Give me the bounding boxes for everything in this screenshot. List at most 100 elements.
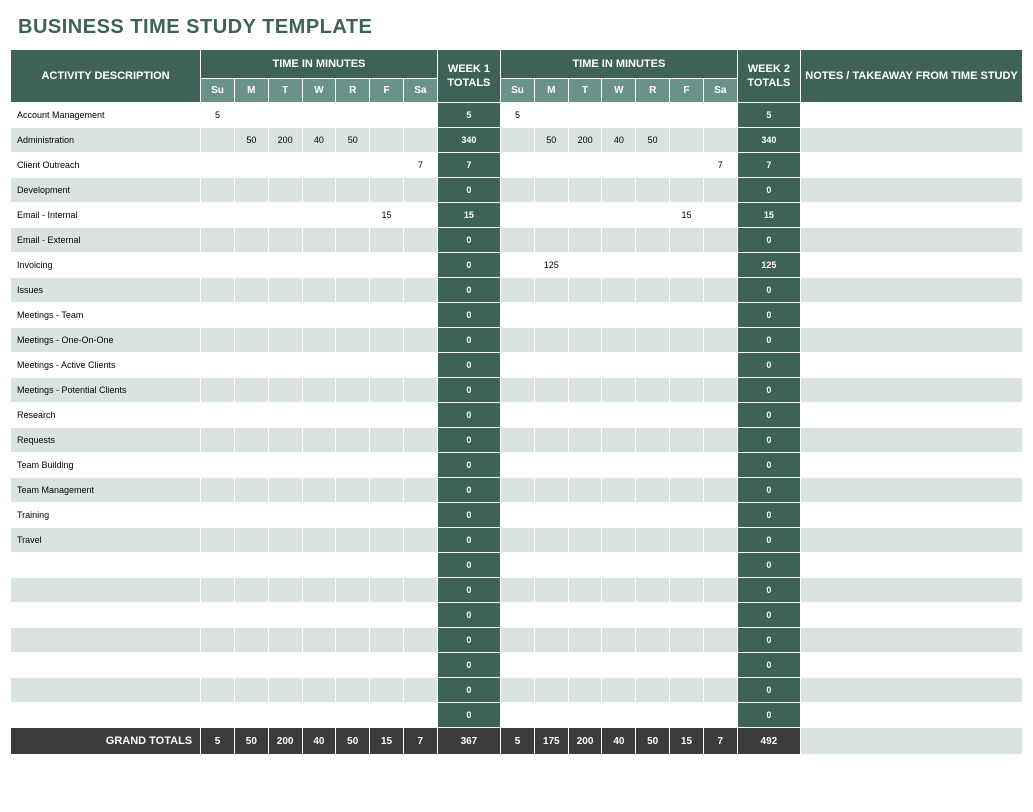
day-cell[interactable]: [501, 153, 535, 178]
day-cell[interactable]: [534, 428, 568, 453]
day-cell[interactable]: [268, 103, 302, 128]
day-cell[interactable]: 125: [534, 253, 568, 278]
day-cell[interactable]: [534, 303, 568, 328]
day-cell[interactable]: [703, 528, 737, 553]
day-cell[interactable]: 40: [302, 128, 336, 153]
day-cell[interactable]: [268, 453, 302, 478]
day-cell[interactable]: [636, 378, 670, 403]
day-cell[interactable]: [602, 653, 636, 678]
day-cell[interactable]: [201, 403, 235, 428]
day-cell[interactable]: [501, 403, 535, 428]
day-cell[interactable]: [336, 403, 370, 428]
day-cell[interactable]: [602, 678, 636, 703]
day-cell[interactable]: [336, 428, 370, 453]
day-cell[interactable]: [336, 253, 370, 278]
day-cell[interactable]: [370, 478, 404, 503]
day-cell[interactable]: [268, 353, 302, 378]
day-cell[interactable]: [234, 278, 268, 303]
activity-cell[interactable]: Client Outreach: [11, 153, 201, 178]
day-cell[interactable]: [201, 178, 235, 203]
day-cell[interactable]: [268, 203, 302, 228]
day-cell[interactable]: [302, 678, 336, 703]
notes-cell[interactable]: [801, 653, 1023, 678]
day-cell[interactable]: [602, 703, 636, 728]
day-cell[interactable]: [636, 528, 670, 553]
day-cell[interactable]: [201, 503, 235, 528]
day-cell[interactable]: 200: [568, 128, 602, 153]
day-cell[interactable]: [302, 378, 336, 403]
day-cell[interactable]: [703, 603, 737, 628]
activity-cell[interactable]: [11, 578, 201, 603]
activity-cell[interactable]: Meetings - Potential Clients: [11, 378, 201, 403]
day-cell[interactable]: [602, 503, 636, 528]
day-cell[interactable]: [501, 528, 535, 553]
day-cell[interactable]: [302, 603, 336, 628]
day-cell[interactable]: [336, 378, 370, 403]
notes-cell[interactable]: [801, 103, 1023, 128]
day-cell[interactable]: [201, 703, 235, 728]
day-cell[interactable]: [403, 503, 437, 528]
day-cell[interactable]: [370, 403, 404, 428]
day-cell[interactable]: [201, 378, 235, 403]
day-cell[interactable]: [403, 528, 437, 553]
activity-cell[interactable]: [11, 703, 201, 728]
activity-cell[interactable]: Administration: [11, 128, 201, 153]
activity-cell[interactable]: Travel: [11, 528, 201, 553]
day-cell[interactable]: [201, 153, 235, 178]
day-cell[interactable]: [370, 228, 404, 253]
activity-cell[interactable]: Meetings - Team: [11, 303, 201, 328]
day-cell[interactable]: 50: [336, 128, 370, 153]
day-cell[interactable]: [268, 253, 302, 278]
day-cell[interactable]: [268, 528, 302, 553]
day-cell[interactable]: [636, 678, 670, 703]
day-cell[interactable]: [336, 528, 370, 553]
day-cell[interactable]: [234, 628, 268, 653]
day-cell[interactable]: [534, 653, 568, 678]
notes-cell[interactable]: [801, 328, 1023, 353]
day-cell[interactable]: [703, 178, 737, 203]
activity-cell[interactable]: [11, 653, 201, 678]
day-cell[interactable]: [636, 603, 670, 628]
day-cell[interactable]: [568, 428, 602, 453]
activity-cell[interactable]: Email - Internal: [11, 203, 201, 228]
day-cell[interactable]: [403, 403, 437, 428]
activity-cell[interactable]: Requests: [11, 428, 201, 453]
day-cell[interactable]: [602, 303, 636, 328]
day-cell[interactable]: [234, 703, 268, 728]
day-cell[interactable]: [268, 303, 302, 328]
day-cell[interactable]: [636, 253, 670, 278]
day-cell[interactable]: [568, 328, 602, 353]
day-cell[interactable]: [534, 328, 568, 353]
day-cell[interactable]: [201, 678, 235, 703]
day-cell[interactable]: [370, 603, 404, 628]
day-cell[interactable]: [703, 253, 737, 278]
day-cell[interactable]: [501, 578, 535, 603]
day-cell[interactable]: [336, 478, 370, 503]
day-cell[interactable]: [636, 453, 670, 478]
day-cell[interactable]: [534, 578, 568, 603]
day-cell[interactable]: [370, 678, 404, 703]
day-cell[interactable]: [501, 228, 535, 253]
activity-cell[interactable]: [11, 603, 201, 628]
activity-cell[interactable]: Development: [11, 178, 201, 203]
day-cell[interactable]: [636, 553, 670, 578]
day-cell[interactable]: [703, 353, 737, 378]
day-cell[interactable]: [636, 653, 670, 678]
day-cell[interactable]: [501, 328, 535, 353]
day-cell[interactable]: [568, 528, 602, 553]
day-cell[interactable]: [268, 428, 302, 453]
day-cell[interactable]: [602, 528, 636, 553]
day-cell[interactable]: [370, 553, 404, 578]
activity-cell[interactable]: Training: [11, 503, 201, 528]
day-cell[interactable]: [568, 303, 602, 328]
day-cell[interactable]: [636, 353, 670, 378]
day-cell[interactable]: [501, 353, 535, 378]
day-cell[interactable]: [403, 328, 437, 353]
day-cell[interactable]: [670, 228, 704, 253]
day-cell[interactable]: [302, 278, 336, 303]
day-cell[interactable]: [568, 628, 602, 653]
day-cell[interactable]: [602, 403, 636, 428]
day-cell[interactable]: [336, 553, 370, 578]
day-cell[interactable]: [268, 403, 302, 428]
day-cell[interactable]: [234, 353, 268, 378]
